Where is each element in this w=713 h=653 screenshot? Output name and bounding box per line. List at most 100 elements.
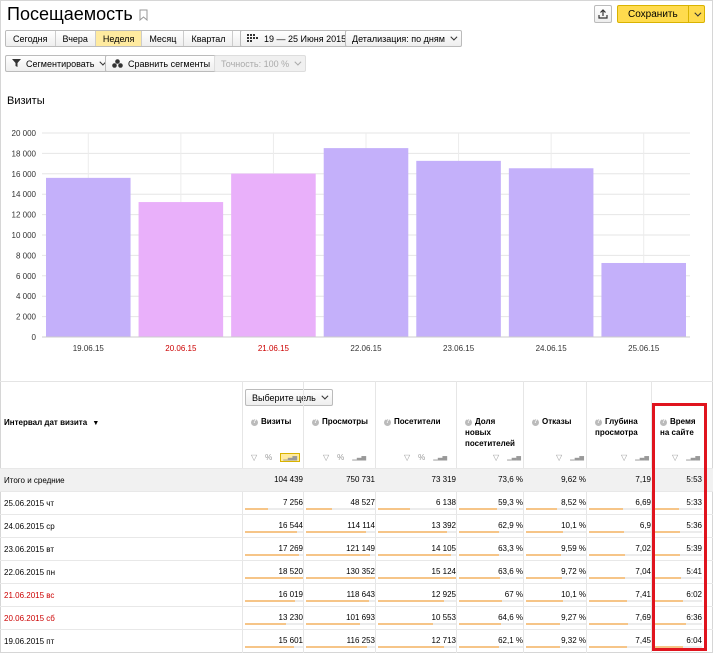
column-header[interactable]: ? Отказы	[532, 416, 572, 427]
cell-bar	[245, 600, 295, 602]
bars-toggle-icon[interactable]: ▁▃▅	[352, 454, 366, 461]
table-row[interactable]: 22.06.2015 пн 18 520 130 352 15 124 63,6 % 9,…	[0, 560, 713, 583]
column-header-label: Отказы	[542, 417, 572, 426]
table-cell: 116 253	[346, 636, 375, 645]
detail-dropdown[interactable]: Детализация: по дням	[345, 30, 462, 47]
cell-bar	[378, 554, 451, 556]
bar[interactable]	[231, 173, 316, 337]
table-row[interactable]: 25.06.2015 чт 7 256 48 527 6 138 59,3 % 8,52 …	[0, 491, 713, 514]
filter-icon[interactable]: ▽	[251, 453, 257, 462]
period-button[interactable]: Квартал	[184, 31, 234, 46]
table-cell: 13 392	[431, 521, 456, 530]
bar[interactable]	[46, 177, 131, 337]
cell-bar	[589, 554, 625, 556]
bar[interactable]	[508, 168, 594, 337]
cell-bar	[378, 531, 447, 533]
table-cell: 6:36	[686, 613, 702, 622]
table-row[interactable]: 23.06.2015 вт 17 269 121 149 14 105 63,3 % 9,…	[0, 537, 713, 560]
bar[interactable]	[323, 148, 409, 337]
row-label: Итого и средние	[4, 476, 65, 485]
bar[interactable]	[416, 160, 501, 337]
row-label: 20.06.2015 сб	[4, 614, 55, 623]
percent-toggle-icon[interactable]: %	[337, 453, 344, 462]
detail-label: Детализация: по дням	[352, 33, 445, 44]
filter-icon[interactable]: ▽	[672, 453, 678, 462]
table-cell: 7,19	[635, 475, 651, 484]
help-icon[interactable]: ?	[595, 419, 602, 426]
column-header[interactable]: ? Время на сайте	[660, 416, 696, 438]
goal-dropdown[interactable]: Выберите цель	[245, 389, 333, 406]
compare-segments-button[interactable]: Сравнить сегменты	[105, 55, 228, 72]
help-icon[interactable]: ?	[251, 419, 258, 426]
chevron-down-icon	[294, 58, 302, 66]
cell-bar	[589, 577, 625, 579]
cell-bar	[459, 623, 501, 625]
cell-bar	[589, 531, 625, 533]
cell-bar	[654, 646, 683, 648]
cell-bar	[654, 508, 680, 510]
period-button[interactable]: Месяц	[142, 31, 185, 46]
goal-label: Выберите цель	[252, 392, 316, 403]
column-header-label: Доля	[475, 417, 496, 426]
period-button[interactable]: Вчера	[55, 31, 96, 46]
bars-toggle-icon[interactable]: ▁▃▅	[635, 454, 649, 461]
period-button[interactable]: Сегодня	[6, 31, 56, 46]
filter-icon[interactable]: ▽	[323, 453, 329, 462]
filter-icon[interactable]: ▽	[556, 453, 562, 462]
table-cell: 62,1 %	[498, 636, 523, 645]
bars-toggle-icon[interactable]: ▁▃▅	[570, 454, 584, 461]
period-button[interactable]: Неделя	[95, 31, 143, 46]
help-icon[interactable]: ?	[312, 419, 319, 426]
help-icon[interactable]: ?	[532, 419, 539, 426]
bar[interactable]	[138, 202, 224, 337]
column-header[interactable]: ? Просмотры	[312, 416, 368, 427]
column-controls: ▽ ▁▃▅	[621, 453, 649, 462]
bookmark-icon[interactable]	[139, 9, 148, 21]
help-icon[interactable]: ?	[660, 419, 667, 426]
segment-label: Сегментировать	[26, 58, 95, 69]
cell-bar	[526, 554, 562, 556]
totals-row[interactable]: Итого и средние 104 439 750 731 73 319 73,6 …	[0, 468, 713, 491]
column-header-label: Время	[670, 417, 696, 426]
bars-toggle-icon[interactable]: ▁▃▅	[686, 454, 700, 461]
date-range-button[interactable]: 19 — 25 Июня 2015	[240, 30, 354, 47]
percent-toggle-icon[interactable]: %	[265, 453, 272, 462]
table-cell: 9,32 %	[561, 636, 586, 645]
column-header[interactable]: ? Визиты	[251, 416, 291, 427]
cell-bar	[654, 577, 681, 579]
segment-button[interactable]: Сегментировать	[5, 55, 112, 72]
bar[interactable]	[601, 262, 686, 337]
column-header[interactable]: ? Доля новых посетителей	[465, 416, 515, 449]
cell-bar	[526, 600, 564, 602]
help-icon[interactable]: ?	[465, 419, 472, 426]
chevron-down-icon	[321, 392, 329, 400]
percent-toggle-icon[interactable]: %	[418, 453, 425, 462]
table-row[interactable]: 21.06.2015 вс 16 019 118 643 12 925 67 % 10,1…	[0, 583, 713, 606]
date-range-label: 19 — 25 Июня 2015	[264, 33, 347, 44]
table-cell: 5:53	[686, 475, 702, 484]
filter-icon[interactable]: ▽	[493, 453, 499, 462]
x-tick-label: 19.06.15	[73, 344, 105, 353]
bars-toggle-icon[interactable]: ▁▃▅	[280, 453, 301, 462]
table-row[interactable]: 19.06.2015 пт 15 601 116 253 12 713 62,1 % 9,…	[0, 629, 713, 652]
date-interval-header[interactable]: Интервал дат визита ▼	[4, 418, 99, 427]
table-cell: 7,41	[635, 590, 651, 599]
table-row[interactable]: 24.06.2015 ср 16 544 114 114 13 392 62,9 % 10…	[0, 514, 713, 537]
cell-bar	[589, 508, 624, 510]
column-header[interactable]: ? Посетители	[384, 416, 441, 427]
cell-bar	[378, 600, 445, 602]
column-header-label: Глубина	[605, 417, 638, 426]
help-icon[interactable]: ?	[384, 419, 391, 426]
table-row[interactable]: 20.06.2015 сб 13 230 101 693 10 553 64,6 % 9,…	[0, 606, 713, 629]
save-menu-button[interactable]	[688, 5, 705, 23]
column-header[interactable]: ? Глубина просмотра	[595, 416, 638, 438]
bars-toggle-icon[interactable]: ▁▃▅	[507, 454, 521, 461]
export-button[interactable]	[594, 5, 612, 23]
table-cell: 5:39	[686, 544, 702, 553]
bars-toggle-icon[interactable]: ▁▃▅	[433, 454, 447, 461]
row-label: 21.06.2015 вс	[4, 591, 55, 600]
filter-icon[interactable]: ▽	[404, 453, 410, 462]
filter-icon[interactable]: ▽	[621, 453, 627, 462]
cell-bar	[459, 531, 500, 533]
save-button[interactable]: Сохранить	[617, 5, 689, 23]
